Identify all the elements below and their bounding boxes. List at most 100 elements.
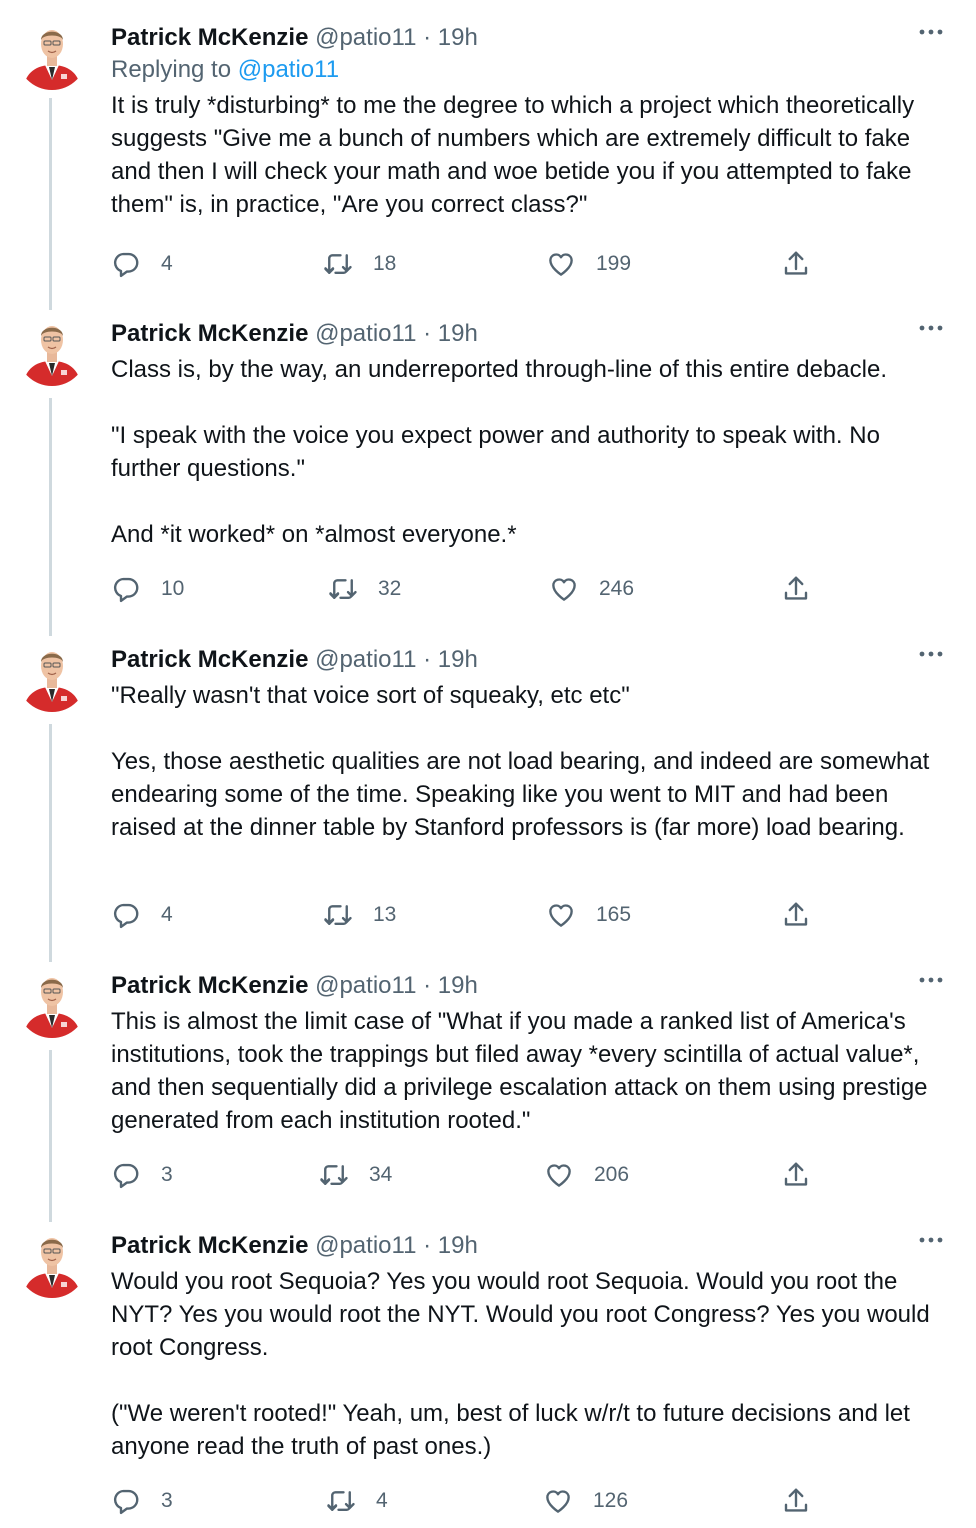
- heart-icon: [544, 1160, 574, 1190]
- tweet-header: Patrick McKenzie @patio11 · 19h: [111, 1230, 949, 1262]
- reply-count: 3: [161, 1163, 173, 1186]
- author-name[interactable]: Patrick McKenzie: [111, 1232, 308, 1259]
- retweet-icon: [328, 574, 358, 604]
- tweet-text: Class is, by the way, an underreported t…: [111, 356, 887, 548]
- like-button[interactable]: 246: [549, 569, 634, 609]
- tweet-content: Patrick McKenzie @patio11 · 19h Class is…: [111, 318, 949, 551]
- replying-to-label: Replying to: [111, 56, 232, 83]
- author-name[interactable]: Patrick McKenzie: [111, 646, 308, 673]
- author-handle[interactable]: @patio11: [315, 972, 416, 999]
- replying-to: Replying to @patio11: [111, 54, 949, 86]
- retweet-icon: [319, 1160, 349, 1190]
- tweet-header: Patrick McKenzie @patio11 · 19h: [111, 318, 949, 350]
- heart-icon: [546, 900, 576, 930]
- author-name[interactable]: Patrick McKenzie: [111, 24, 308, 51]
- retweet-count: 13: [373, 903, 397, 926]
- like-button[interactable]: 165: [546, 895, 631, 935]
- reply-icon: [111, 1160, 141, 1190]
- tweet-text: This is almost the limit case of "What i…: [111, 1008, 935, 1134]
- retweet-button[interactable]: 13: [323, 895, 396, 935]
- tweet[interactable]: Patrick McKenzie @patio11 · 19h Class is…: [0, 296, 976, 622]
- reply-icon: [111, 900, 141, 930]
- tweet-actions: 3 4 126: [111, 1481, 831, 1521]
- like-count: 206: [594, 1163, 630, 1186]
- like-button[interactable]: 199: [546, 244, 631, 284]
- share-button[interactable]: [781, 895, 811, 935]
- more-icon[interactable]: [918, 22, 944, 42]
- reply-button[interactable]: 4: [111, 895, 173, 935]
- more-icon[interactable]: [918, 1230, 944, 1250]
- author-name[interactable]: Patrick McKenzie: [111, 972, 308, 999]
- tweet-content: Patrick McKenzie @patio11 · 19h Replying…: [111, 22, 949, 221]
- share-icon: [781, 1486, 811, 1516]
- retweet-icon: [323, 900, 353, 930]
- like-count: 126: [593, 1489, 629, 1512]
- tweet-header: Patrick McKenzie @patio11 · 19h: [111, 970, 949, 1002]
- replying-to-handle[interactable]: @patio11: [238, 56, 339, 83]
- more-icon[interactable]: [918, 644, 944, 664]
- tweet[interactable]: Patrick McKenzie @patio11 · 19h Replying…: [0, 0, 976, 296]
- share-icon: [781, 1160, 811, 1190]
- tweet-time[interactable]: · 19h: [423, 972, 478, 999]
- reply-icon: [111, 249, 141, 279]
- tweet-content: Patrick McKenzie @patio11 · 19h "Really …: [111, 644, 949, 844]
- reply-count: 10: [161, 577, 185, 600]
- avatar[interactable]: [17, 20, 87, 90]
- avatar[interactable]: [17, 642, 87, 712]
- retweet-button[interactable]: 4: [326, 1481, 388, 1521]
- share-icon: [781, 574, 811, 604]
- tweet-text: It is truly *disturbing* to me the degre…: [111, 92, 921, 218]
- reply-button[interactable]: 4: [111, 244, 173, 284]
- avatar[interactable]: [17, 1228, 87, 1298]
- retweet-icon: [326, 1486, 356, 1516]
- retweet-count: 4: [376, 1489, 388, 1512]
- retweet-count: 18: [373, 252, 397, 275]
- tweet-content: Patrick McKenzie @patio11 · 19h Would yo…: [111, 1230, 949, 1463]
- retweet-count: 32: [378, 577, 402, 600]
- like-button[interactable]: 126: [543, 1481, 628, 1521]
- tweet-actions: 4 13 165: [111, 895, 831, 935]
- retweet-button[interactable]: 32: [328, 569, 401, 609]
- retweet-button[interactable]: 18: [323, 244, 396, 284]
- author-name[interactable]: Patrick McKenzie: [111, 320, 308, 347]
- share-button[interactable]: [781, 1481, 811, 1521]
- share-button[interactable]: [781, 244, 811, 284]
- author-handle[interactable]: @patio11: [315, 320, 416, 347]
- like-count: 165: [596, 903, 632, 926]
- tweet[interactable]: Patrick McKenzie @patio11 · 19h Would yo…: [0, 1208, 976, 1528]
- retweet-count: 34: [369, 1163, 393, 1186]
- like-button[interactable]: 206: [544, 1155, 629, 1195]
- like-count: 199: [596, 252, 632, 275]
- tweet-actions: 4 18 199: [111, 244, 831, 284]
- more-icon[interactable]: [918, 970, 944, 990]
- tweet-text: "Really wasn't that voice sort of squeak…: [111, 682, 930, 841]
- share-icon: [781, 900, 811, 930]
- share-button[interactable]: [781, 569, 811, 609]
- retweet-button[interactable]: 34: [319, 1155, 392, 1195]
- tweet-time[interactable]: · 19h: [423, 646, 478, 673]
- tweet-time[interactable]: · 19h: [423, 1232, 478, 1259]
- avatar[interactable]: [17, 316, 87, 386]
- reply-button[interactable]: 10: [111, 569, 184, 609]
- tweet-time[interactable]: · 19h: [423, 24, 478, 51]
- reply-icon: [111, 574, 141, 604]
- reply-count: 3: [161, 1489, 173, 1512]
- reply-count: 4: [161, 903, 173, 926]
- more-icon[interactable]: [918, 318, 944, 338]
- like-count: 246: [599, 577, 635, 600]
- author-handle[interactable]: @patio11: [315, 1232, 416, 1259]
- tweet-time[interactable]: · 19h: [423, 320, 478, 347]
- heart-icon: [543, 1486, 573, 1516]
- retweet-icon: [323, 249, 353, 279]
- tweet-header: Patrick McKenzie @patio11 · 19h: [111, 22, 949, 54]
- reply-icon: [111, 1486, 141, 1516]
- author-handle[interactable]: @patio11: [315, 24, 416, 51]
- reply-button[interactable]: 3: [111, 1481, 173, 1521]
- tweet[interactable]: Patrick McKenzie @patio11 · 19h "Really …: [0, 622, 976, 948]
- reply-button[interactable]: 3: [111, 1155, 173, 1195]
- author-handle[interactable]: @patio11: [315, 646, 416, 673]
- tweet[interactable]: Patrick McKenzie @patio11 · 19h This is …: [0, 948, 976, 1208]
- share-button[interactable]: [781, 1155, 811, 1195]
- tweet-actions: 3 34 206: [111, 1155, 831, 1195]
- avatar[interactable]: [17, 968, 87, 1038]
